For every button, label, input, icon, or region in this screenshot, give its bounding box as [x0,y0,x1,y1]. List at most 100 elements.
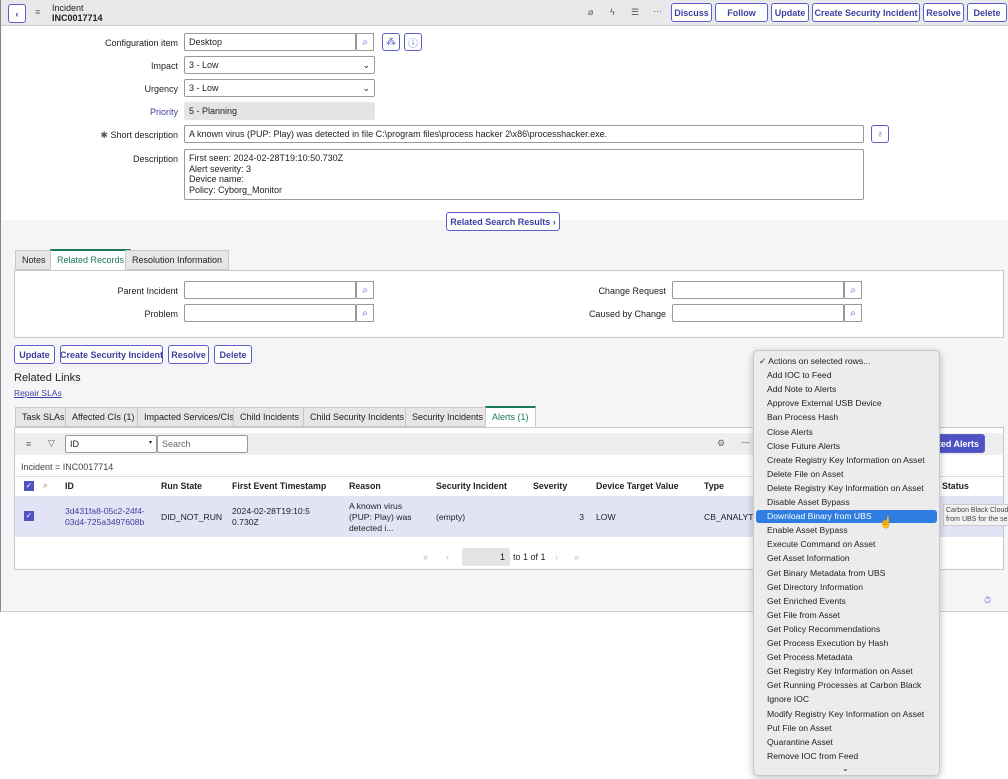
tab-notes[interactable]: Notes [15,250,53,270]
column-device-target-value[interactable]: Device Target Value [596,481,678,491]
discuss-button[interactable]: Discuss [671,3,712,22]
menu-item[interactable]: Quarantine Asset [756,736,937,749]
column-severity[interactable]: Severity [533,481,567,491]
menu-item[interactable]: Add Note to Alerts [756,383,937,396]
impact-select[interactable]: 3 - Low ⌄ [184,56,375,74]
create-security-incident-button[interactable]: Create Security Incident [60,345,163,364]
problem-input[interactable] [184,304,356,322]
menu-item[interactable]: Get Binary Metadata from UBS [756,567,937,580]
scroll-down-icon[interactable]: ⌄ [842,764,849,773]
column-run-state[interactable]: Run State [161,481,202,491]
priority-link[interactable]: Priority [150,107,178,117]
last-page-icon[interactable]: » [574,552,579,562]
gear-icon[interactable]: ⚙ [717,438,725,449]
caused-by-change-input[interactable] [672,304,844,322]
update-button[interactable]: Update [14,345,55,364]
menu-icon[interactable]: ≡ [35,7,40,17]
tab-impacted-services[interactable]: Impacted Services/CIs [137,407,242,427]
tab-child-security-incidents[interactable]: Child Security Incidents [303,407,412,427]
menu-item[interactable]: Approve External USB Device [756,397,937,410]
search-icon[interactable]: ⌕ [356,304,374,322]
menu-item[interactable]: Remove IOC from Feed [756,750,937,763]
activity-icon[interactable]: ϟ [610,7,615,17]
column-first-event-timestamp[interactable]: First Event Timestamp [232,481,326,491]
menu-item[interactable]: Delete Registry Key Information on Asset [756,482,937,495]
follow-button[interactable]: Follow [715,3,768,22]
info-icon[interactable]: ⓘ [404,33,422,51]
more-icon[interactable]: ··· [653,6,662,16]
back-button[interactable]: ‹ [8,4,26,23]
resolve-button[interactable]: Resolve [923,3,964,22]
menu-item[interactable]: Close Future Alerts [756,440,937,453]
menu-item[interactable]: Close Alerts [756,426,937,439]
prev-page-icon[interactable]: ‹ [446,552,449,562]
attachment-icon[interactable]: ⌀ [588,7,593,18]
tab-affected-cis[interactable]: Affected CIs (1) [65,407,142,427]
menu-item[interactable]: Delete File on Asset [756,468,937,481]
update-button[interactable]: Update [771,3,809,22]
create-security-incident-button[interactable]: Create Security Incident [812,3,920,22]
parent-incident-input[interactable] [184,281,356,299]
settings-sliders-icon[interactable]: ☰ [631,7,639,18]
actions-dropdown-menu[interactable]: ✓ Actions on selected rows... Add IOC to … [753,350,940,776]
tab-related-records[interactable]: Related Records [50,249,132,270]
menu-item[interactable]: Download Binary from UBS [756,510,937,524]
menu-item[interactable]: Get Enriched Events [756,595,937,608]
urgency-select[interactable]: 3 - Low ⌄ [184,79,375,97]
list-menu-icon[interactable]: ≡ [26,439,31,449]
search-icon[interactable]: ⌕ [356,33,374,51]
dependency-tree-icon[interactable]: ⁂ [382,33,400,51]
collapse-icon[interactable]: — [741,437,750,447]
alert-id-link[interactable]: 3d431fa8-05c2-24f4-03d4-725a3497608b [65,506,155,528]
row-checkbox[interactable]: ✓ [24,511,34,521]
filter-breadcrumb[interactable]: Incident = INC0017714 [21,462,113,472]
delete-button[interactable]: Delete [214,345,252,364]
tab-alerts[interactable]: Alerts (1) [485,406,536,427]
menu-item[interactable]: Modify Registry Key Information on Asset [756,708,937,721]
page-input[interactable]: 1 [462,548,510,566]
search-icon[interactable]: ⌕ [844,281,862,299]
menu-item[interactable]: Get Asset Information [756,552,937,565]
tab-child-incidents[interactable]: Child Incidents [233,407,307,427]
filter-icon[interactable]: ▽ [48,438,55,449]
search-icon[interactable]: ⌕ [356,281,374,299]
column-security-incident[interactable]: Security Incident [436,481,507,491]
short-description-input[interactable]: A known virus (PUP: Play) was detected i… [184,125,864,143]
tab-task-slas[interactable]: Task SLAs [15,407,72,427]
menu-item[interactable]: Ignore IOC [756,693,937,706]
lightbulb-icon[interactable]: ♁ [871,125,889,143]
menu-item[interactable]: Put File on Asset [756,722,937,735]
search-icon[interactable]: ⌕ [844,304,862,322]
description-textarea[interactable]: First seen: 2024-02-28T19:10:50.730Z Ale… [184,149,864,200]
menu-item[interactable]: Get File from Asset [756,609,937,622]
search-input[interactable]: Search [157,435,248,453]
config-item-input[interactable]: Desktop [184,33,356,51]
search-field-select[interactable]: ID ▾ [65,435,157,453]
menu-item[interactable]: Get Registry Key Information on Asset [756,665,937,678]
menu-item[interactable]: Disable Asset Bypass [756,496,937,509]
menu-header-actions[interactable]: ✓ Actions on selected rows... [756,355,937,368]
next-page-icon[interactable]: › [555,552,558,562]
select-all-checkbox[interactable]: ✓ [24,481,34,491]
column-id[interactable]: ID [65,481,74,491]
menu-item[interactable]: Ban Process Hash [756,411,937,424]
column-type[interactable]: Type [704,481,724,491]
column-reason[interactable]: Reason [349,481,381,491]
search-column-icon[interactable]: ⌕ [43,480,48,491]
resolve-button[interactable]: Resolve [168,345,209,364]
tab-resolution-information[interactable]: Resolution Information [125,250,230,270]
repair-slas-link[interactable]: Repair SLAs [14,388,62,398]
timer-icon[interactable]: ⏱ [984,595,991,606]
menu-item[interactable]: Enable Asset Bypass [756,524,937,537]
delete-button[interactable]: Delete [967,3,1007,22]
menu-item[interactable]: Get Running Processes at Carbon Black [756,679,937,692]
first-page-icon[interactable]: « [423,552,428,562]
menu-item[interactable]: Get Directory Information [756,581,937,594]
menu-item[interactable]: Add IOC to Feed [756,369,937,382]
menu-item[interactable]: Create Registry Key Information on Asset [756,454,937,467]
menu-item[interactable]: Execute Command on Asset [756,538,937,551]
menu-item[interactable]: Get Policy Recommendations [756,623,937,636]
tab-security-incidents[interactable]: Security Incidents [405,407,491,427]
menu-item[interactable]: Get Process Execution by Hash [756,637,937,650]
menu-item[interactable]: Get Process Metadata [756,651,937,664]
